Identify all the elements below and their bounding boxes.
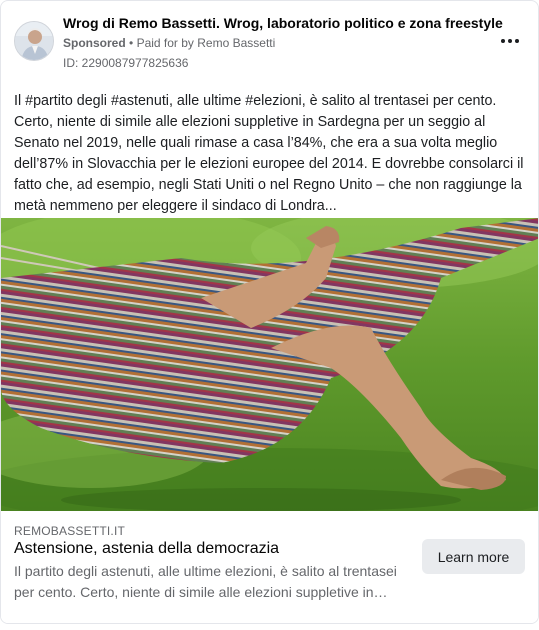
sponsored-label: Sponsored: [63, 36, 126, 50]
more-options-button[interactable]: [496, 29, 524, 53]
hammock-photo: [1, 218, 538, 511]
link-headline[interactable]: Astensione, astenia della democrazia: [14, 540, 279, 558]
ad-card: Wrog di Remo Bassetti. Wrog, laboratorio…: [0, 0, 539, 624]
page-avatar[interactable]: [14, 21, 54, 61]
ellipsis-icon: [501, 39, 505, 43]
post-text: Il #partito degli #astenuti, alle ultime…: [14, 93, 524, 214]
sponsored-line: Sponsored • Paid for by Remo Bassetti: [63, 36, 275, 50]
link-domain: REMOBASSETTI.IT: [14, 524, 126, 538]
ad-id: ID: 2290087977825636: [63, 56, 189, 70]
learn-more-button[interactable]: Learn more: [422, 539, 525, 574]
ellipsis-icon: [515, 39, 519, 43]
ad-header: Wrog di Remo Bassetti. Wrog, laboratorio…: [1, 1, 538, 81]
meta-separator: •: [129, 36, 134, 50]
link-preview[interactable]: REMOBASSETTI.IT Astensione, astenia dell…: [1, 511, 538, 623]
link-description: Il partito degli astenuti, alle ultime e…: [14, 563, 397, 600]
ad-image[interactable]: [1, 218, 538, 511]
ellipsis-icon: [508, 39, 512, 43]
avatar-image: [15, 22, 53, 60]
page-name[interactable]: Wrog di Remo Bassetti. Wrog, laboratorio…: [63, 15, 503, 31]
paid-for-label: Paid for by Remo Bassetti: [136, 36, 276, 50]
